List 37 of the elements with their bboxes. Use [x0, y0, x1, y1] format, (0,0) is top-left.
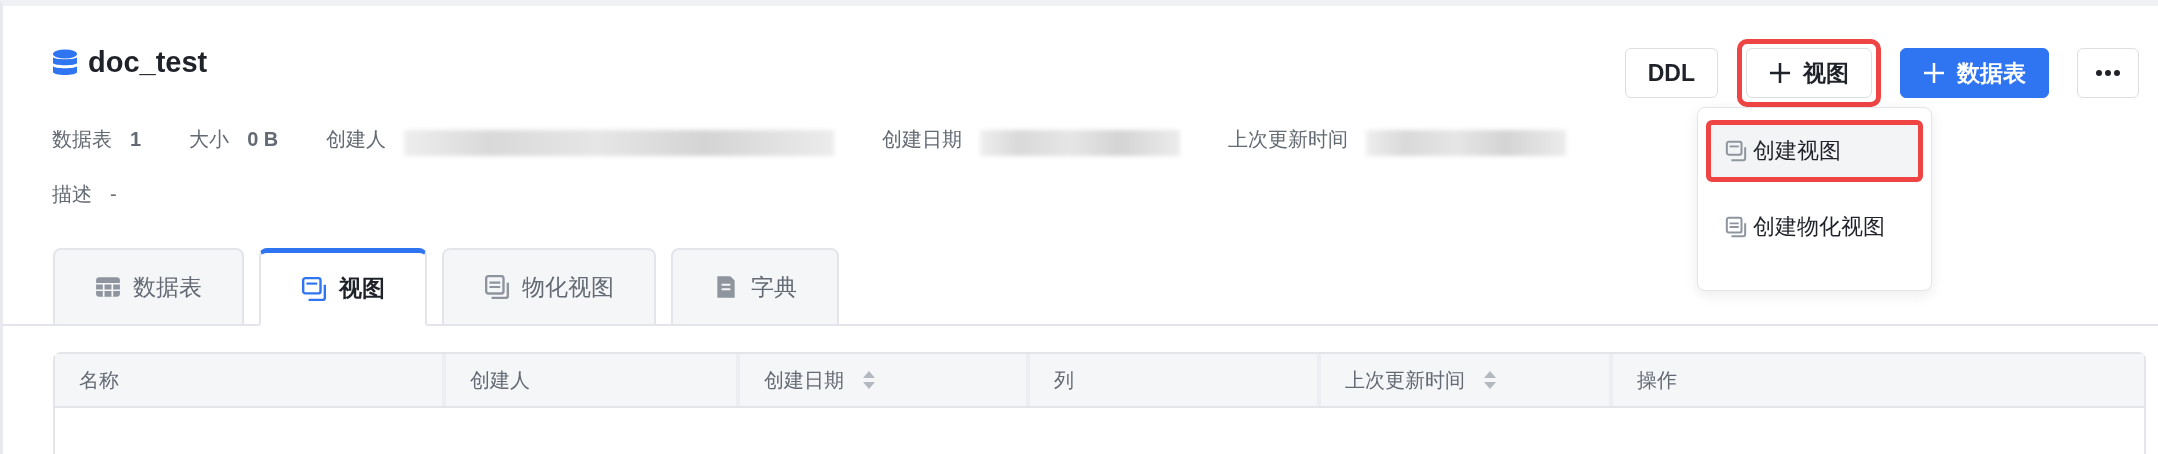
- stacked-window-icon: [484, 274, 510, 300]
- column-header: 名称: [79, 367, 119, 393]
- meta-value: 1: [130, 127, 142, 151]
- column-header: 创建日期: [763, 367, 844, 393]
- database-icon: [52, 48, 78, 77]
- sort-icon[interactable]: [1483, 369, 1498, 391]
- meta-label: 创建日期: [882, 126, 963, 152]
- add-table-button[interactable]: 数据表: [1900, 48, 2049, 98]
- meta-label: 数据表: [52, 126, 112, 152]
- more-button[interactable]: [2077, 48, 2139, 98]
- stacked-window-icon: [1725, 216, 1747, 238]
- meta-label: 大小: [189, 126, 230, 152]
- meta-label: 上次更新时间: [1228, 126, 1349, 152]
- sort-icon[interactable]: [861, 369, 876, 391]
- tab[interactable]: 视图: [259, 248, 427, 326]
- menu-item[interactable]: 创建物化视图: [1706, 196, 1923, 258]
- description-label: 描述: [52, 182, 92, 207]
- tab[interactable]: 数据表: [53, 248, 244, 326]
- window-icon: [301, 275, 327, 302]
- tab[interactable]: 字典: [671, 248, 839, 326]
- database-title: doc_test: [88, 46, 208, 79]
- tab[interactable]: 物化视图: [442, 248, 656, 326]
- plus-icon: [1923, 62, 1945, 84]
- more-icon: [2096, 70, 2120, 76]
- menu-item[interactable]: 创建视图: [1706, 120, 1923, 182]
- column-header: 列: [1054, 367, 1075, 393]
- add-view-button[interactable]: 视图: [1746, 48, 1872, 98]
- table-icon: [95, 274, 121, 300]
- meta-label: 创建人: [326, 126, 387, 152]
- description-value: -: [110, 183, 117, 206]
- column-header: 创建人: [470, 367, 531, 393]
- window-icon: [1725, 140, 1747, 162]
- column-header: 上次更新时间: [1345, 367, 1466, 393]
- ddl-button[interactable]: DDL: [1624, 48, 1718, 98]
- column-header: 操作: [1637, 367, 1678, 393]
- meta-value: 0 B: [247, 127, 279, 151]
- plus-icon: [1769, 62, 1791, 84]
